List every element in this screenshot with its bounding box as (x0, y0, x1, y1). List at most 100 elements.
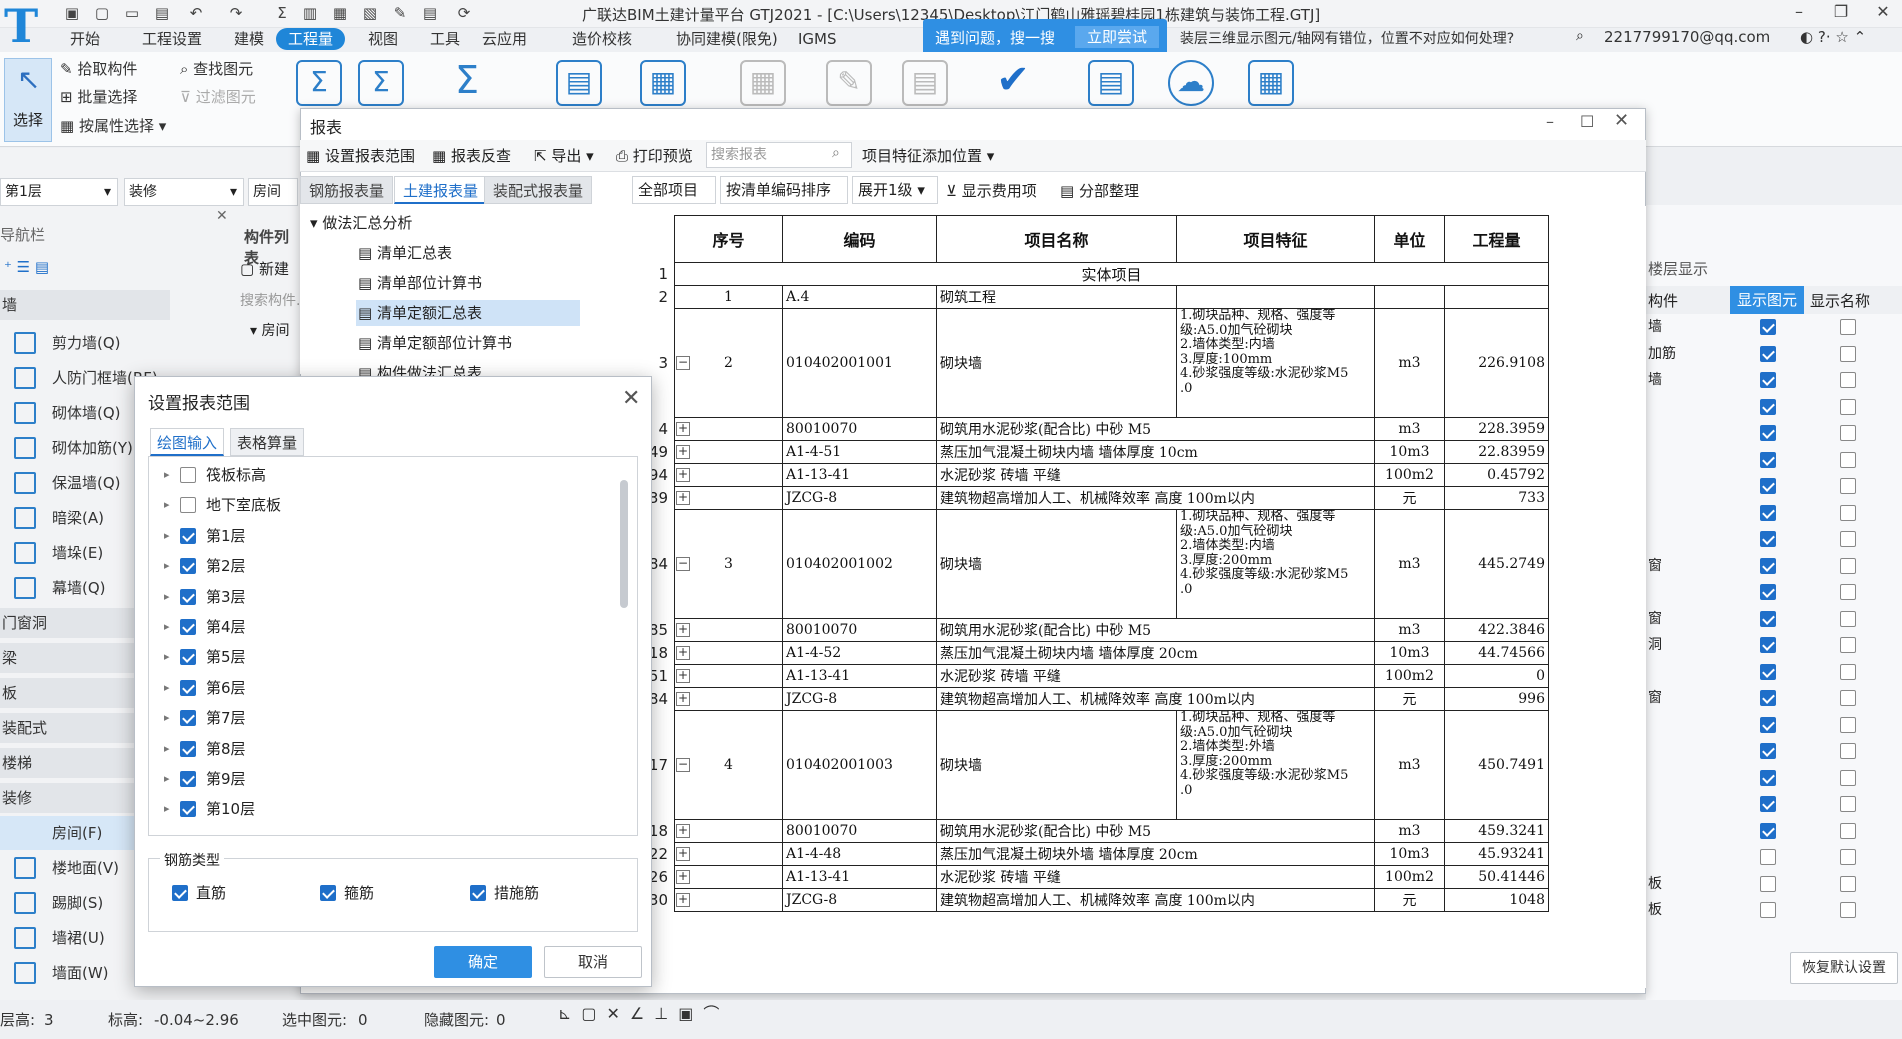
filter-element[interactable]: ⊽ 过滤图元 (180, 86, 256, 107)
header-show-element[interactable]: 显示图元 (1730, 286, 1804, 314)
restore-default-button[interactable]: 恢复默认设置 (1790, 952, 1898, 984)
nav-close-icon[interactable]: ✕ (216, 208, 228, 224)
show-element-checkbox[interactable] (1760, 637, 1776, 653)
show-element-checkbox[interactable] (1760, 451, 1776, 468)
show-name-checkbox[interactable] (1840, 637, 1856, 653)
show-name-checkbox[interactable] (1840, 690, 1856, 706)
show-name-checkbox[interactable] (1840, 822, 1856, 839)
show-name-checkbox[interactable] (1840, 875, 1856, 892)
new-file-icon[interactable]: ▣ (62, 4, 82, 22)
show-element-checkbox[interactable] (1760, 345, 1776, 362)
floor-checkbox[interactable] (180, 801, 196, 818)
component-search[interactable]: 搜索构件... (240, 290, 309, 310)
expand-arrow-icon[interactable]: ▸ (164, 582, 170, 612)
status-toolbar-icons[interactable]: ⊾▢✕∠⊥▣⌒ (558, 1002, 729, 1026)
report-close-icon[interactable]: ✕ (1614, 110, 1629, 131)
show-name-checkbox[interactable] (1840, 557, 1856, 574)
undo-icon[interactable]: ↶ (186, 4, 206, 22)
find-element[interactable]: ⌕ 查找图元 (180, 58, 253, 79)
pick-component[interactable]: ✎ 拾取构件 (60, 58, 137, 79)
report-search-icon[interactable]: ⌕ (832, 145, 840, 161)
report-tree-item[interactable]: ▤ 清单定额汇总表 (356, 300, 580, 326)
expand-arrow-icon[interactable]: ▸ (164, 551, 170, 581)
report-tree-item[interactable]: ▤ 清单部位计算书 (356, 270, 580, 296)
floor-select[interactable]: 第1层 ▾ (0, 178, 118, 206)
show-name-checkbox[interactable] (1840, 425, 1856, 441)
report-icon[interactable]: ▥ (300, 4, 320, 22)
select-button[interactable]: ↖ 选择 (4, 58, 52, 142)
edit-icon[interactable]: ✎ (390, 4, 410, 22)
dialog-tab-table[interactable]: 表格算量 (230, 428, 305, 456)
report-reverse-button[interactable]: ▦ 报表反查 (432, 144, 511, 168)
show-element-checkbox[interactable] (1760, 478, 1776, 494)
show-element-checkbox[interactable] (1760, 372, 1776, 388)
expand-arrow-icon[interactable]: ▸ (164, 764, 170, 794)
redo-icon[interactable]: ↷ (226, 4, 246, 22)
floor-item[interactable]: ▸ 筏板标高 (160, 460, 600, 490)
sum-icon[interactable]: Σ (272, 4, 292, 22)
show-element-checkbox[interactable] (1760, 663, 1776, 680)
show-name-checkbox[interactable] (1840, 451, 1856, 468)
filter-all-items[interactable]: 全部项目 ▾ (632, 176, 716, 225)
close-icon[interactable]: ✕ (1870, 2, 1896, 21)
menu-4[interactable]: 视图 (356, 28, 410, 50)
calc-sum-icon[interactable]: Σ (296, 60, 342, 106)
floor-item[interactable]: ▸ 第5层 (160, 642, 600, 672)
save-icon[interactable]: ▤ (152, 4, 172, 22)
floor-checkbox[interactable] (180, 467, 196, 483)
tab-rebar-report[interactable]: 钢筋报表量 (300, 176, 394, 204)
show-name-checkbox[interactable] (1840, 504, 1856, 521)
show-name-checkbox[interactable] (1840, 319, 1856, 335)
cloud-chart-icon[interactable]: ☁ (1168, 60, 1214, 106)
show-name-checkbox[interactable] (1840, 345, 1856, 362)
expand-arrow-icon[interactable]: ▸ (164, 794, 170, 824)
export-button[interactable]: ⇱ 导出 ▾ (534, 144, 594, 168)
partial-sum-icon[interactable]: Σ (444, 60, 490, 106)
menu-2[interactable]: 建模 (222, 28, 276, 50)
floor-item[interactable]: ▸ 第9层 (160, 764, 600, 794)
refresh-icon[interactable]: ⟳ (454, 4, 474, 22)
menu-3[interactable]: 工程量 (276, 28, 346, 50)
show-name-checkbox[interactable] (1840, 398, 1856, 415)
show-name-checkbox[interactable] (1840, 372, 1856, 388)
cancel-button[interactable]: 取消 (544, 946, 642, 978)
show-element-checkbox[interactable] (1760, 902, 1776, 918)
show-element-checkbox[interactable] (1760, 796, 1776, 812)
floor-checkbox[interactable] (180, 497, 196, 514)
floor-item[interactable]: ▸ 第6层 (160, 673, 600, 703)
component-tree-room[interactable]: ▾ 房间 (250, 320, 289, 340)
show-name-checkbox[interactable] (1840, 743, 1856, 759)
floor-checkbox[interactable] (180, 679, 196, 696)
minimize-icon[interactable]: – (1786, 2, 1812, 21)
show-name-checkbox[interactable] (1840, 610, 1856, 627)
floor-item[interactable]: ▸ 第4层 (160, 612, 600, 642)
show-element-checkbox[interactable] (1760, 875, 1776, 892)
floor-item[interactable]: ▸ 第3层 (160, 582, 600, 612)
floor-checkbox[interactable] (180, 740, 196, 757)
ladder-icon[interactable]: ▤ (420, 4, 440, 22)
floor-checkbox[interactable] (180, 588, 196, 605)
expand-arrow-icon[interactable]: ▸ (164, 490, 170, 520)
expand-arrow-icon[interactable]: ▸ (164, 642, 170, 672)
show-name-checkbox[interactable] (1840, 796, 1856, 812)
tree-root[interactable]: ▾ 做法汇总分析 (310, 212, 412, 233)
filter-sort-by-code[interactable]: 按清单编码排序 ▾ (720, 176, 848, 225)
expand-arrow-icon[interactable]: ▸ (164, 521, 170, 551)
expand-arrow-icon[interactable]: ▸ (164, 734, 170, 764)
restore-icon[interactable]: ❐ (1828, 2, 1854, 21)
menu-0[interactable]: 开始 (58, 28, 112, 50)
report-maximize-icon[interactable]: ☐ (1580, 112, 1594, 131)
batch-select[interactable]: ⊞ 批量选择 (60, 86, 137, 107)
floor-checkbox[interactable] (180, 619, 196, 635)
menu-5[interactable]: 工具 (418, 28, 472, 50)
filter-expand-level[interactable]: 展开1级 ▾ (852, 176, 938, 204)
menu-8[interactable]: 协同建模(限免) (664, 28, 790, 50)
floor-checkbox[interactable] (180, 558, 196, 575)
rebar-checkbox[interactable] (470, 885, 486, 901)
show-name-checkbox[interactable] (1840, 769, 1856, 786)
floor-display-tab[interactable]: 楼层显示 (1648, 258, 1708, 279)
show-element-checkbox[interactable] (1760, 610, 1776, 627)
floor-checkbox[interactable] (180, 649, 196, 666)
layout-icon[interactable]: ▧ (360, 4, 380, 22)
show-name-checkbox[interactable] (1840, 584, 1856, 600)
